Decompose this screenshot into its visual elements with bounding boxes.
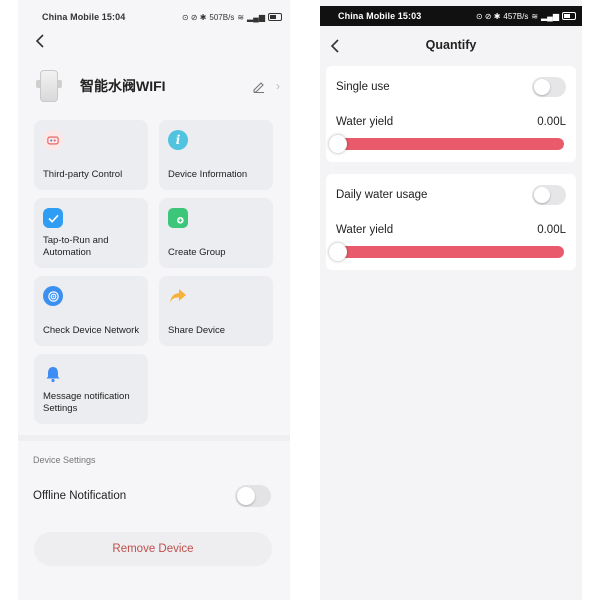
network-speed: 457B/s [503, 11, 529, 21]
offline-notification-toggle[interactable] [235, 485, 271, 507]
status-bar: China Mobile 15:04 ⊙ ⊘ ✱ 507B/s ≋ ▂▄▆ [18, 8, 290, 26]
network-speed: 507B/s [209, 12, 235, 22]
battery-icon [268, 13, 282, 21]
water-yield-label: Water yield [336, 224, 394, 236]
offline-notification-label: Offline Notification [33, 490, 127, 502]
device-header[interactable]: 智能水阀WIFI › [34, 66, 280, 106]
daily-water-usage-card: Daily water usage Water yield 0.00L [326, 174, 576, 270]
tile-label: Tap-to-Run and Automation [43, 235, 109, 258]
info-icon: i [168, 130, 188, 150]
tile-check-device-network[interactable]: Check Device Network [34, 276, 148, 346]
wifi-icon: ≋ [531, 11, 539, 21]
water-yield-slider[interactable] [329, 135, 564, 153]
tile-label: Device Information [168, 169, 248, 180]
status-icons: ⊙ ⊘ ✱ 457B/s ≋ ▂▄▆ [476, 12, 576, 21]
tile-label: Check Device Network [43, 325, 140, 336]
status-icons: ⊙ ⊘ ✱ 507B/s ≋ ▂▄▆ [182, 13, 282, 22]
daily-water-usage-label: Daily water usage [336, 189, 428, 201]
slider-thumb[interactable] [329, 135, 347, 153]
device-name: 智能水阀WIFI [80, 78, 166, 94]
tile-label: Message notification Settings [43, 391, 130, 414]
status-carrier: China Mobile 15:04 [42, 12, 126, 22]
third-party-control-icon [43, 130, 63, 150]
page-title: Quantify [425, 38, 477, 52]
remove-device-button[interactable]: Remove Device [34, 532, 272, 566]
tile-label: Create Group [168, 247, 226, 258]
battery-icon [562, 12, 576, 20]
tile-label: Share Device [168, 325, 226, 336]
water-yield-value: 0.00L [537, 116, 566, 128]
device-settings-screen: China Mobile 15:04 ⊙ ⊘ ✱ 507B/s ≋ ▂▄▆ 智能… [18, 0, 290, 600]
chevron-left-icon [35, 34, 44, 48]
automation-check-icon [43, 208, 63, 228]
daily-water-usage-row: Daily water usage [336, 184, 566, 206]
water-yield-slider[interactable] [329, 243, 564, 261]
signal-icon: ▂▄▆ [541, 11, 559, 21]
single-use-row: Single use [336, 76, 566, 98]
tile-tap-to-run[interactable]: Tap-to-Run and Automation [34, 198, 148, 268]
share-arrow-icon [168, 286, 188, 306]
tile-message-notification-settings[interactable]: Message notification Settings [34, 354, 148, 424]
bell-icon [43, 364, 63, 384]
status-indicator-icons: ⊙ ⊘ ✱ [475, 11, 501, 21]
section-title-device-settings: Device Settings [33, 455, 96, 465]
single-use-toggle[interactable] [532, 77, 566, 97]
chevron-right-icon: › [276, 79, 280, 93]
wifi-icon: ≋ [237, 12, 245, 22]
water-yield-row: Water yield 0.00L [336, 222, 566, 238]
status-carrier: China Mobile 15:03 [338, 11, 422, 21]
single-use-label: Single use [336, 81, 390, 93]
status-bar: China Mobile 15:03 ⊙ ⊘ ✱ 457B/s ≋ ▂▄▆ [320, 6, 582, 26]
signal-icon: ▂▄▆ [247, 12, 265, 22]
edit-pencil-icon[interactable] [252, 79, 266, 93]
slider-thumb[interactable] [329, 243, 347, 261]
water-yield-value: 0.00L [537, 224, 566, 236]
create-group-icon [168, 208, 188, 228]
tile-device-information[interactable]: i Device Information [159, 120, 273, 190]
quantify-screen: China Mobile 15:03 ⊙ ⊘ ✱ 457B/s ≋ ▂▄▆ Qu… [320, 0, 582, 600]
offline-notification-row: Offline Notification [33, 484, 271, 508]
tile-third-party-control[interactable]: Third-party Control [34, 120, 148, 190]
daily-water-usage-toggle[interactable] [532, 185, 566, 205]
network-check-icon [43, 286, 63, 306]
water-yield-label: Water yield [336, 116, 394, 128]
water-yield-row: Water yield 0.00L [336, 114, 566, 130]
tile-share-device[interactable]: Share Device [159, 276, 273, 346]
section-divider [18, 435, 290, 441]
status-indicator-icons: ⊙ ⊘ ✱ [181, 12, 207, 22]
tile-create-group[interactable]: Create Group [159, 198, 273, 268]
single-use-card: Single use Water yield 0.00L [326, 66, 576, 162]
device-image [34, 68, 62, 104]
tile-label: Third-party Control [43, 169, 123, 180]
back-button[interactable] [30, 31, 50, 51]
